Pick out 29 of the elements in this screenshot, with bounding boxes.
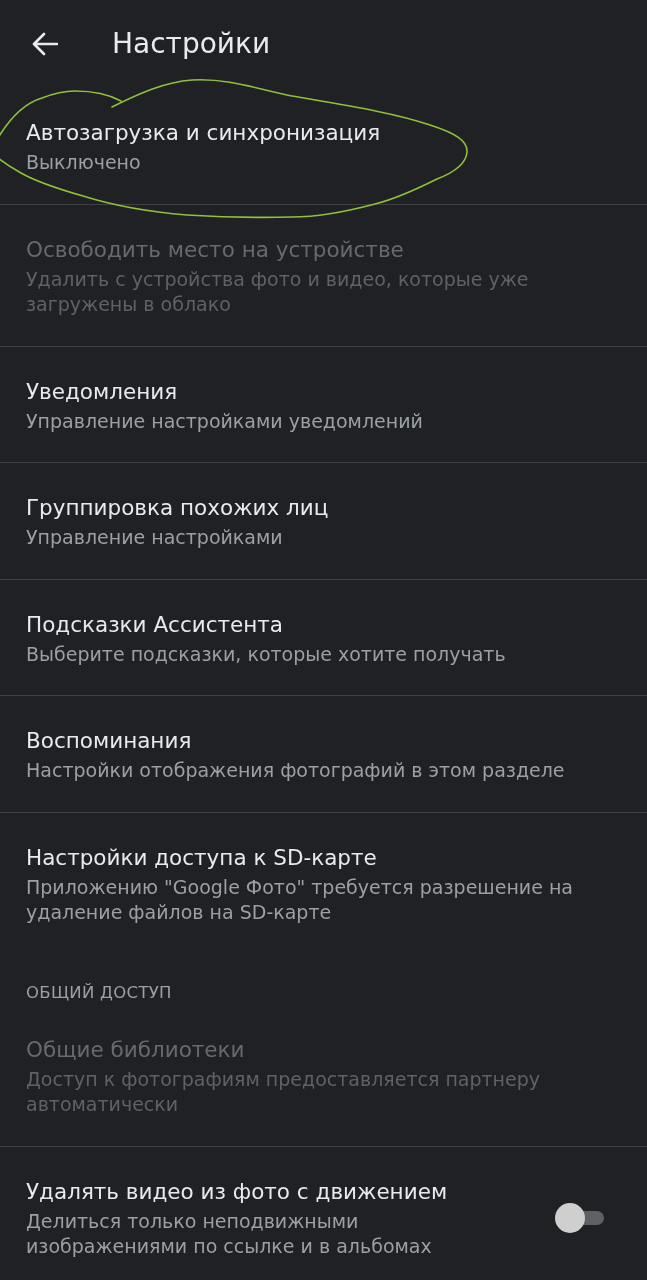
item-subtitle: Выберите подсказки, которые хотите получать [26, 641, 507, 667]
settings-item[interactable]: Воспоминания Настройки отображения фотографий в этом разделе [0, 696, 647, 813]
item-subtitle: Управление настройками уведомлений [26, 408, 424, 434]
item-title: Освободить место на устройстве [26, 235, 405, 264]
item-title: Воспоминания [26, 727, 193, 755]
item-title: Удалять видео из фото с движением [26, 1177, 449, 1206]
item-subtitle: Управление настройками [26, 525, 284, 550]
item-subtitle: Выключено [26, 150, 142, 175]
item-subtitle: Приложению "Google Фото" требуется разрешение на удаление файлов на SD-карте [26, 874, 574, 925]
item-subtitle: Настройки отображения фотографий в этом разделе [26, 758, 566, 783]
item-subtitle: Делиться только неподвижными изображениями по ссылке и в альбомах [26, 1208, 433, 1259]
settings-item[interactable]: Настройки доступа к SD-карте Приложению "Google Фото" требуется разрешение на удаление файлов на SD-карте [0, 812, 647, 954]
item-title: Автозагрузка и синхронизация [26, 119, 382, 147]
item-title: Общие библиотеки [26, 1035, 246, 1064]
settings-item[interactable]: Подсказки Ассистента Выберите подсказки, которые хотите получать [0, 579, 647, 696]
settings-item[interactable]: Автозагрузка и синхронизация Выключено [0, 88, 647, 205]
settings-item[interactable]: Группировка похожих лиц Управление настройками [0, 463, 647, 580]
settings-item[interactable]: Уведомления Управление настройками уведомлений [0, 346, 647, 463]
settings-item[interactable]: Удалять видео из фото с движением Делиться только неподвижными изображениями по ссылке и в альбомах [0, 1146, 647, 1280]
back-arrow-icon [32, 32, 58, 56]
item-title: Настройки доступа к SD-карте [26, 843, 378, 872]
item-subtitle: Доступ к фотографиям предоставляется партнеру автоматически [26, 1066, 541, 1117]
screen-title: Настройки [112, 26, 271, 62]
section-header: ОБЩИЙ ДОСТУП [25, 981, 173, 1004]
item-subtitle: Удалить с устройства фото и видео, которые уже загружены в облако [26, 266, 530, 317]
toggle-switch[interactable] [554, 1201, 606, 1234]
item-title: Уведомления [26, 377, 179, 406]
item-title: Подсказки Ассистента [26, 610, 285, 639]
item-title: Группировка похожих лиц [26, 494, 330, 522]
